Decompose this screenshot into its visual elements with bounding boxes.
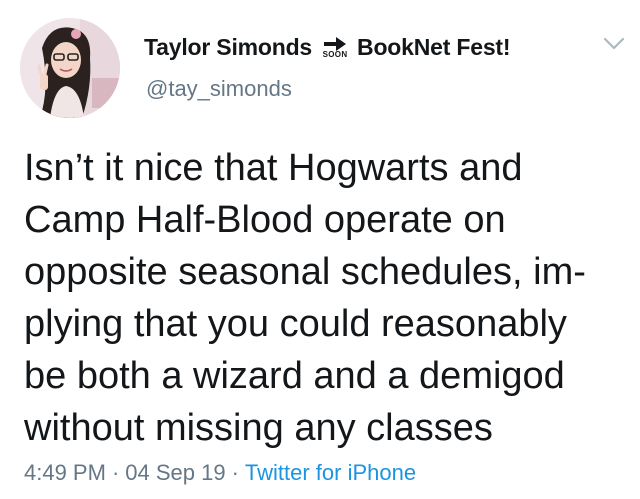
meta-separator: · bbox=[231, 460, 239, 485]
event-name[interactable]: BookNet Fest! bbox=[357, 34, 511, 61]
tweet-line: opposite seasonal schedules, im- bbox=[24, 251, 586, 293]
chevron-down-icon[interactable] bbox=[602, 36, 626, 52]
arrow-right-icon bbox=[324, 37, 347, 51]
soon-arrow-emoji: SOON bbox=[319, 37, 351, 59]
tweet-line: Camp Half-Blood operate on bbox=[24, 199, 506, 241]
display-name[interactable]: Taylor Simonds bbox=[144, 34, 312, 61]
avatar[interactable] bbox=[20, 18, 120, 118]
tweet-time[interactable]: 4:49 PM bbox=[24, 460, 106, 486]
tweet-date[interactable]: 04 Sep 19 bbox=[125, 460, 225, 486]
tweet-meta: 4:49 PM · 04 Sep 19 · Twitter for iPhone bbox=[24, 460, 416, 486]
tweet-line: without missing any classes bbox=[24, 407, 493, 449]
tweet-text: Isn’t it nice that Hogwarts and Camp Hal… bbox=[24, 142, 624, 454]
author-handle[interactable]: @tay_simonds bbox=[146, 76, 292, 102]
author-name-row[interactable]: Taylor Simonds SOON BookNet Fest! bbox=[144, 30, 511, 64]
soon-label: SOON bbox=[322, 50, 348, 59]
tweet-line: Isn’t it nice that Hogwarts and bbox=[24, 147, 523, 189]
tweet-line: plying that you could reasonably bbox=[24, 303, 567, 345]
meta-separator: · bbox=[111, 460, 120, 485]
tweet-source-link[interactable]: Twitter for iPhone bbox=[245, 460, 416, 486]
tweet-line: be both a wizard and a demigod bbox=[24, 355, 565, 397]
tweet-card: Taylor Simonds SOON BookNet Fest! @tay_s… bbox=[0, 0, 640, 499]
